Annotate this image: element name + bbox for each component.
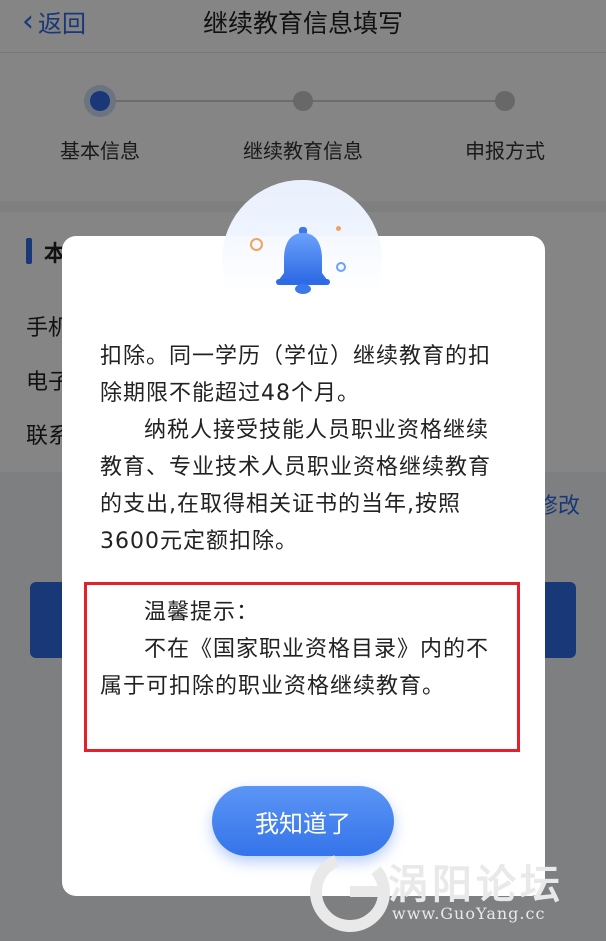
decor-dot-icon <box>336 226 341 231</box>
dialog-paragraph-1: 扣除。同一学历（学位）继续教育的扣除期限不能超过48个月。 <box>100 344 492 406</box>
dialog-paragraph-2: 纳税人接受技能人员职业资格继续教育、专业技术人员职业资格继续教育的支出,在取得相… <box>100 418 492 554</box>
tip-heading: 温馨提示： <box>144 600 260 625</box>
decor-dot-icon <box>250 238 263 251</box>
bell-icon <box>276 227 330 294</box>
tip-content: 温馨提示： 不在《国家职业资格目录》内的不属于可扣除的职业资格继续教育。 <box>100 594 510 705</box>
dialog-body: 扣除。同一学历（学位）继续教育的扣除期限不能超过48个月。 纳税人接受技能人员职… <box>100 338 510 560</box>
decor-dot-icon <box>336 262 346 272</box>
watermark-name: 涡阳论坛 <box>388 862 564 908</box>
tip-body: 不在《国家职业资格目录》内的不属于可扣除的职业资格继续教育。 <box>100 637 490 699</box>
watermark-url: www.GuoYang.cc <box>392 904 546 923</box>
